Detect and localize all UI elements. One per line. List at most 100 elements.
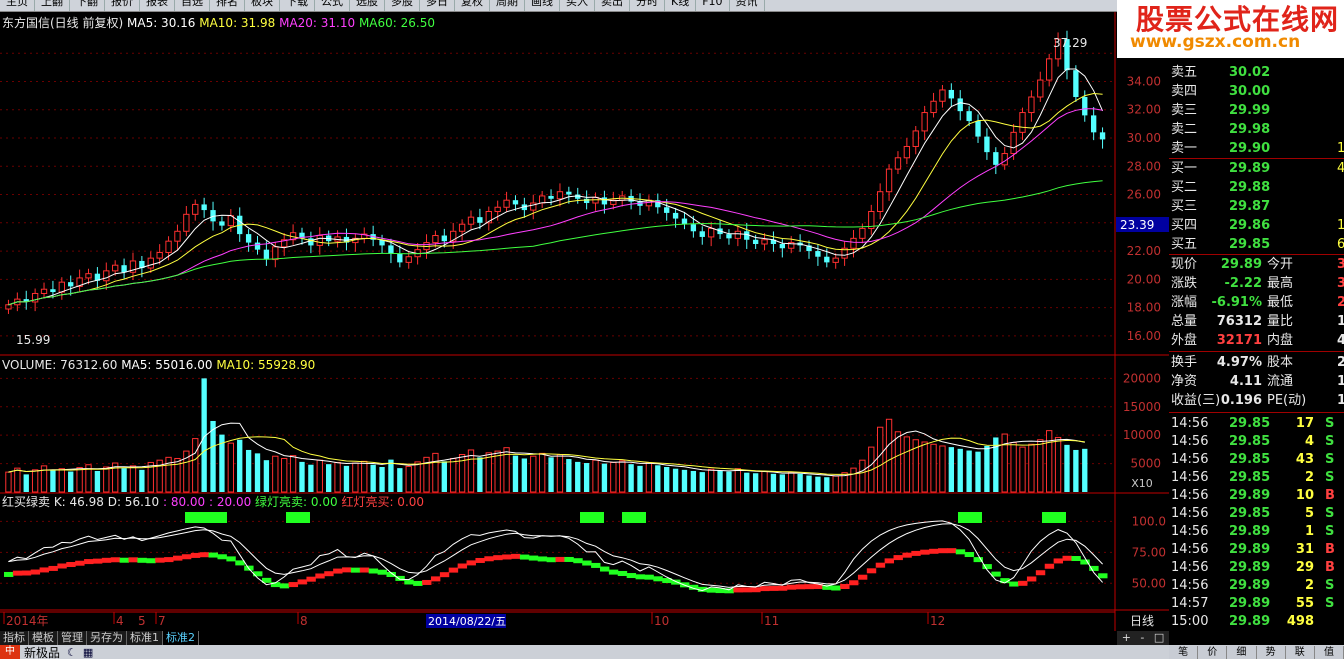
volume-bar — [921, 441, 928, 493]
candle — [5, 304, 12, 310]
signal-band — [511, 553, 521, 559]
tick-side: S — [1325, 524, 1335, 539]
candle — [664, 207, 670, 213]
signal-band — [644, 574, 654, 580]
toolbar-button[interactable]: 分时 — [630, 0, 665, 11]
candle — [68, 282, 74, 287]
signal-band — [831, 585, 841, 591]
signal-band — [377, 569, 387, 575]
sell-signal-marker — [958, 512, 982, 523]
candle — [681, 218, 688, 225]
quote-value: 0.196 — [1220, 393, 1262, 408]
candle — [707, 227, 715, 238]
volume-bar — [334, 461, 341, 493]
signal-band — [190, 552, 201, 558]
toolbar-button[interactable]: 报表 — [140, 0, 175, 11]
quote-tab[interactable]: 势 — [1257, 646, 1286, 659]
volume-bar — [788, 471, 795, 493]
toolbar-button[interactable]: 多股 — [385, 0, 420, 11]
toolbar-button[interactable]: 板块 — [245, 0, 280, 11]
tick-row: 14:56 29.85 5 S — [1169, 505, 1344, 523]
volume-tick: 20000 — [1123, 371, 1161, 385]
toolbar-button[interactable]: 买入 — [560, 0, 595, 11]
candle — [316, 235, 323, 246]
toolbar-button[interactable]: 复权 — [455, 0, 490, 11]
order-label: 卖三 — [1171, 103, 1198, 118]
quote-row: 总量 76312 量比 1 — [1169, 313, 1344, 331]
volume-bar — [850, 467, 857, 493]
toolbar-button[interactable]: 主页 — [0, 0, 35, 11]
tick-side: S — [1325, 452, 1335, 467]
signal-band — [902, 552, 912, 558]
toolbar-button[interactable]: 自选 — [175, 0, 210, 11]
candle — [441, 235, 447, 242]
toolbar-button[interactable]: 报价 — [105, 0, 140, 11]
toolbar-button[interactable]: K线 — [665, 0, 697, 11]
volume-bar — [192, 438, 199, 493]
volume-bar — [957, 448, 963, 492]
toolbar-button[interactable]: 公式 — [315, 0, 350, 11]
window-icon[interactable]: ▦ — [80, 646, 96, 659]
quote-row: 净资 4.11 流通 1.54 — [1169, 373, 1344, 391]
volume-unit: X10 — [1131, 477, 1153, 490]
quote-value: 1 — [1337, 314, 1344, 329]
sell-signal-marker — [185, 512, 227, 523]
volume-tick: 10000 — [1123, 428, 1161, 442]
signal-band — [866, 568, 877, 574]
order-price: 30.00 — [1229, 84, 1271, 99]
candle — [308, 238, 314, 246]
low-label: 15.99 — [16, 333, 50, 347]
x-axis-label: 4 — [116, 614, 124, 628]
order-label: 买一 — [1171, 161, 1198, 176]
signal-band — [955, 549, 966, 555]
candle — [263, 249, 270, 260]
candle — [885, 168, 893, 193]
toolbar-button[interactable]: 下载 — [280, 0, 315, 11]
quote-value: 32171 — [1216, 333, 1262, 348]
toolbar-button[interactable]: F10 — [696, 0, 730, 11]
moon-icon: ☾ — [67, 645, 77, 659]
quote-tab[interactable]: 笔 — [1169, 646, 1199, 659]
order-price: 29.87 — [1229, 199, 1271, 214]
toolbar-button[interactable]: 卖出 — [595, 0, 630, 11]
tick-price: 29.89 — [1229, 542, 1271, 557]
indicator-tab[interactable]: 标准2 — [163, 631, 199, 645]
signal-band — [48, 565, 58, 571]
toolbar-button[interactable]: 排名 — [210, 0, 245, 11]
indicator-panel-title: 红买绿卖 K: 46.98 D: 56.10 : 80.00 : 20.00 绿… — [2, 494, 424, 509]
order-label: 卖五 — [1171, 65, 1198, 80]
quote-tab[interactable]: 值 — [1315, 646, 1344, 659]
signal-band — [1026, 576, 1037, 582]
chart-area[interactable]: 36.0034.0032.0030.0028.0026.0024.0022.00… — [0, 12, 1169, 631]
order-sell-row: 卖四 30.00 — [1169, 83, 1344, 101]
order-price: 29.98 — [1229, 122, 1271, 137]
quote-tab[interactable]: 联 — [1286, 646, 1315, 659]
order-price: 29.86 — [1229, 218, 1271, 233]
signal-band — [626, 573, 637, 579]
quote-tab[interactable]: 价 — [1198, 646, 1228, 659]
quote-tab[interactable]: 细 — [1227, 646, 1257, 659]
tick-time: 14:56 — [1171, 524, 1209, 539]
volume-bar — [966, 450, 972, 492]
period-label[interactable]: 日线 — [1130, 614, 1154, 628]
quote-row: 现价 29.89 今开 31 — [1169, 256, 1344, 274]
toolbar-button[interactable]: 选股 — [350, 0, 385, 11]
toolbar-button[interactable]: 上翻 — [35, 0, 70, 11]
indicator-tab[interactable]: 标准1 — [127, 631, 163, 645]
indicator-tab[interactable]: 另存为 — [87, 631, 127, 645]
volume-bar — [379, 467, 385, 492]
d-line — [8, 523, 1103, 588]
volume-bar — [263, 460, 270, 492]
toolbar-button[interactable]: 下翻 — [70, 0, 105, 11]
volume-bar — [361, 460, 368, 493]
volume-bar — [538, 452, 546, 493]
signal-band — [253, 571, 263, 577]
toolbar-button[interactable]: 画线 — [525, 0, 560, 11]
signal-band — [1009, 581, 1019, 587]
candle — [815, 251, 821, 257]
toolbar-button[interactable]: 周期 — [490, 0, 525, 11]
candle — [948, 89, 955, 99]
signal-band — [173, 555, 183, 561]
toolbar-button[interactable]: 资讯 — [730, 0, 765, 11]
toolbar-button[interactable]: 多日 — [420, 0, 455, 11]
